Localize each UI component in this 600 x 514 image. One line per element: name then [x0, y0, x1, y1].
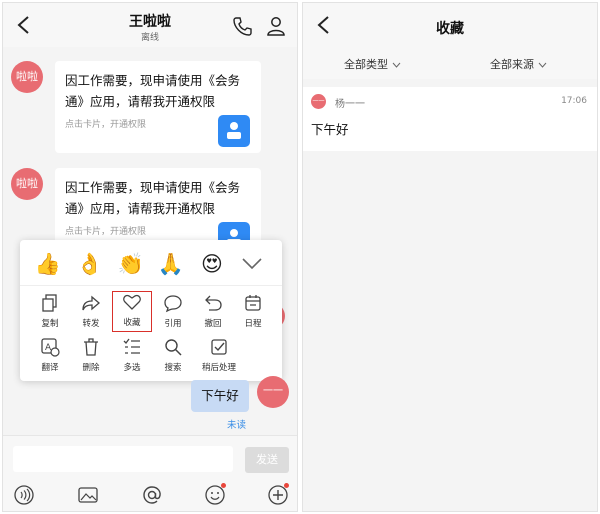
schedule-label: 日程: [244, 319, 262, 329]
chat-header: 王啦啦 离线: [3, 3, 297, 47]
emoji-pray[interactable]: 🙏: [157, 250, 185, 278]
add-notification-dot: [284, 483, 289, 488]
favorite-avatar: 一一: [311, 94, 326, 109]
favorites-screen: 收藏 全部类型 全部来源 一一 杨一一 17:06 下午好: [302, 2, 598, 512]
favorite-time: 17:06: [561, 96, 587, 106]
source-filter[interactable]: 全部来源: [490, 56, 547, 72]
mention-icon[interactable]: [141, 484, 163, 506]
undo-icon: [205, 295, 222, 311]
sender-avatar[interactable]: 啦啦: [11, 61, 43, 93]
send-button[interactable]: 发送: [245, 447, 289, 473]
copy-icon: [42, 294, 57, 312]
heart-icon: [123, 294, 141, 310]
multiselect-button[interactable]: 多选: [112, 337, 152, 379]
later-icon: [211, 339, 227, 355]
quote-icon: [164, 295, 182, 313]
forward-icon: [82, 295, 100, 311]
message-action-menu: 👍 👌 👏 🙏 😍 复制 转发 收藏 引用 撤回 日程 A 翻译 删除 多选 搜…: [20, 240, 282, 381]
forward-button[interactable]: 转发: [71, 293, 111, 335]
handle-later-label: 稍后处理: [201, 363, 236, 373]
phone-icon[interactable]: [232, 16, 252, 36]
own-avatar[interactable]: 一一: [257, 376, 289, 408]
permission-request-card[interactable]: 因工作需要，现申请使用《会务通》应用，请帮我开通权限 点击卡片，开通权限: [55, 61, 261, 153]
message-input[interactable]: [13, 446, 233, 472]
schedule-button[interactable]: 日程: [233, 293, 273, 335]
emoji-notification-dot: [221, 483, 226, 488]
handle-later-button[interactable]: 稍后处理: [193, 337, 245, 379]
search-button[interactable]: 搜索: [153, 337, 193, 379]
contact-status: 离线: [140, 33, 159, 43]
favorite-label: 收藏: [123, 318, 141, 328]
delete-button[interactable]: 删除: [71, 337, 111, 379]
recall-button[interactable]: 撤回: [193, 293, 233, 335]
emoji-ok-hand[interactable]: 👌: [76, 250, 104, 278]
trash-icon: [84, 338, 98, 356]
own-message-bubble[interactable]: 下午好: [191, 380, 249, 412]
favorite-item[interactable]: 一一 杨一一 17:06 下午好: [303, 87, 597, 151]
copy-button[interactable]: 复制: [30, 293, 70, 335]
multiselect-label: 多选: [123, 363, 141, 373]
card-hint: 点击卡片，开通权限: [65, 120, 147, 130]
forward-label: 转发: [82, 319, 100, 329]
card-text: 因工作需要，现申请使用《会务通》应用，请帮我开通权限: [65, 180, 241, 216]
contact-profile-icon[interactable]: [266, 16, 286, 36]
input-bar: 发送: [3, 435, 297, 511]
read-status: 未读: [227, 420, 247, 431]
translate-button[interactable]: A 翻译: [30, 337, 70, 379]
delete-label: 删除: [82, 363, 100, 373]
multiselect-icon: [123, 338, 140, 354]
translate-icon: A: [41, 338, 60, 357]
card-hint: 点击卡片，开通权限: [65, 227, 147, 237]
page-title: 收藏: [436, 21, 464, 37]
favorite-content: 下午好: [311, 122, 349, 137]
emoji-thumbs-up[interactable]: 👍: [34, 250, 62, 278]
emoji-heart-eyes[interactable]: 😍: [198, 250, 226, 278]
search-label: 搜索: [164, 363, 182, 373]
filter-bar: 全部类型 全部来源: [303, 47, 597, 79]
chevron-down-icon: [538, 62, 547, 68]
chevron-down-icon: [392, 62, 401, 68]
type-filter-label: 全部类型: [344, 58, 388, 71]
menu-divider: [20, 285, 282, 286]
card-text: 因工作需要，现申请使用《会务通》应用，请帮我开通权限: [65, 73, 241, 109]
recall-label: 撤回: [204, 319, 222, 329]
chevron-down-icon[interactable]: [240, 254, 264, 272]
calendar-icon: [245, 295, 261, 311]
quote-label: 引用: [164, 319, 182, 329]
translate-label: 翻译: [41, 363, 59, 373]
search-icon: [165, 339, 182, 356]
favorites-header: 收藏: [303, 3, 597, 47]
sender-avatar[interactable]: 啦啦: [11, 168, 43, 200]
voice-icon[interactable]: [13, 484, 35, 506]
quote-button[interactable]: 引用: [153, 293, 193, 335]
copy-label: 复制: [41, 319, 59, 329]
favorite-button[interactable]: 收藏: [112, 291, 152, 332]
source-filter-label: 全部来源: [490, 58, 534, 71]
image-icon[interactable]: [77, 484, 99, 506]
chat-screen: 王啦啦 离线 啦啦 因工作需要，现申请使用《会务通》应用，请帮我开通权限 点击卡…: [2, 2, 298, 512]
emoji-clap[interactable]: 👏: [117, 250, 145, 278]
meeting-app-icon: [218, 115, 250, 147]
favorite-sender: 杨一一: [335, 99, 365, 110]
type-filter[interactable]: 全部类型: [344, 56, 401, 72]
chat-title: 王啦啦: [129, 14, 171, 30]
